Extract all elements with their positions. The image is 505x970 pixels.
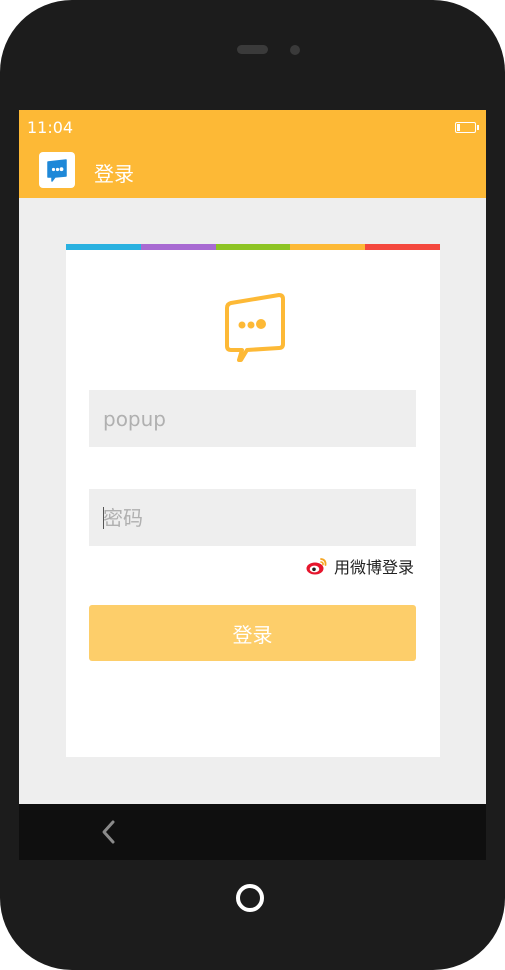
password-input[interactable] xyxy=(89,489,416,546)
navigation-bar xyxy=(19,804,486,860)
accent-strip xyxy=(66,244,440,250)
app-bar: 登录 xyxy=(19,142,486,198)
status-bar: 11:04 xyxy=(19,110,486,142)
text-caret xyxy=(103,507,104,529)
chat-bubble-icon xyxy=(219,286,289,364)
home-button[interactable] xyxy=(236,884,264,912)
chevron-left-icon[interactable] xyxy=(99,818,119,846)
app-logo-icon xyxy=(39,152,75,188)
weibo-login-link[interactable]: 用微博登录 xyxy=(306,554,414,578)
strip-segment xyxy=(140,244,216,250)
login-card: 用微博登录 登录 xyxy=(66,244,440,757)
strip-segment xyxy=(215,244,291,250)
username-field[interactable] xyxy=(89,390,416,447)
weibo-login-label: 用微博登录 xyxy=(334,558,415,577)
strip-segment xyxy=(290,244,366,250)
battery-icon xyxy=(455,122,479,133)
screen: 11:04 登录 popup 用微博登录 登录 xyxy=(19,110,486,860)
password-field[interactable] xyxy=(89,489,416,546)
weibo-icon xyxy=(306,558,327,575)
phone-frame: 11:04 登录 popup 用微博登录 登录 xyxy=(0,0,505,970)
front-camera xyxy=(290,45,300,55)
login-button[interactable]: 登录 xyxy=(89,605,416,661)
username-input[interactable] xyxy=(89,390,416,447)
strip-segment xyxy=(365,244,440,250)
speaker-grille xyxy=(237,45,268,54)
strip-segment xyxy=(66,244,141,250)
status-time: 11:04 xyxy=(27,118,74,137)
page-title: 登录 xyxy=(94,162,134,186)
